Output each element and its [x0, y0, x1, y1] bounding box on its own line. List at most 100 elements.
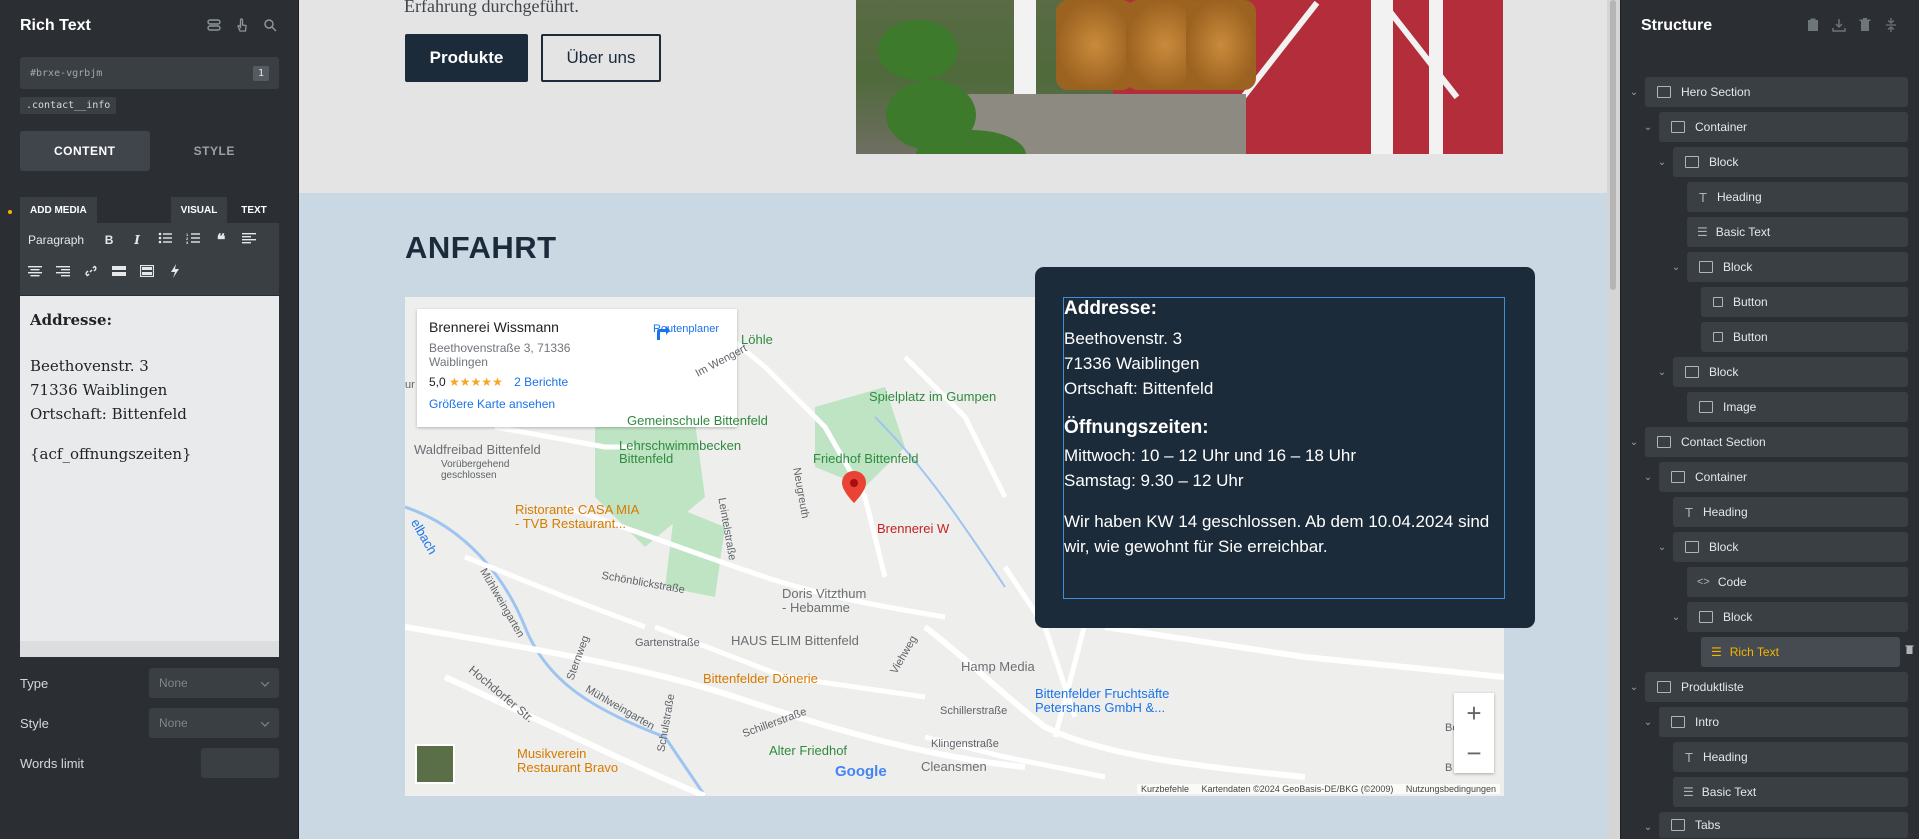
chevron-down-icon[interactable]: ⌄ [1657, 542, 1667, 553]
location-pin-icon[interactable] [842, 471, 866, 503]
tree-item-label: Block [1723, 260, 1753, 274]
tab-content[interactable]: CONTENT [20, 131, 150, 171]
hand-pointer-icon[interactable] [234, 17, 250, 33]
numbered-list-icon[interactable]: 123 [186, 232, 201, 247]
tree-item-intro[interactable]: Intro [1659, 707, 1908, 737]
chevron-down-icon[interactable]: ⌄ [1643, 122, 1653, 133]
info-line: Beethovenstr. 3 [1064, 329, 1183, 348]
tree-item-contact-section[interactable]: Contact Section [1645, 427, 1908, 457]
map-label: Waldfreibad Bittenfeld [414, 442, 541, 457]
tree-item-heading[interactable]: T Heading [1673, 497, 1908, 527]
tree-item-rich-text[interactable]: ☰ Rich Text [1701, 637, 1900, 667]
tab-visual[interactable]: VISUAL [171, 197, 227, 223]
tree-item-hero-section[interactable]: Hero Section [1645, 77, 1908, 107]
reviews-link[interactable]: 2 Berichte [514, 375, 568, 389]
container-icon [1671, 121, 1685, 133]
chevron-down-icon[interactable]: ⌄ [1629, 437, 1639, 448]
chevron-down-icon[interactable]: ⌄ [1657, 367, 1667, 378]
element-id-field[interactable]: #brxe-vgrbjm 1 [20, 57, 279, 89]
tree-item-heading[interactable]: T Heading [1673, 742, 1908, 772]
chevron-down-icon[interactable]: ⌄ [1629, 87, 1639, 98]
toolbar-toggle-icon[interactable] [139, 264, 155, 280]
tree-item-code[interactable]: <> Code [1687, 567, 1908, 597]
route-planner-button[interactable]: Routenplaner [653, 323, 719, 340]
tree-item-button[interactable]: Button [1701, 322, 1908, 352]
toggle-icon[interactable] [206, 17, 222, 33]
tree-item-produktliste[interactable]: Produktliste [1645, 672, 1908, 702]
chevron-down-icon[interactable]: ⌄ [1629, 682, 1639, 693]
collapse-icon[interactable] [1883, 17, 1899, 33]
map-label: Ristorante CASA MIA - TVB Restaurant... [515, 503, 639, 531]
search-icon[interactable] [262, 17, 278, 33]
tree-item-block[interactable]: Block [1673, 532, 1908, 562]
contact-section: ANFAHRT Brennerei Wissmann Beethovenstra… [299, 193, 1620, 839]
link-icon[interactable] [84, 264, 98, 281]
tree-item-block[interactable]: Block [1673, 147, 1908, 177]
style-select[interactable]: None [149, 708, 279, 738]
map-label: Bittenfelder Dönerie [703, 671, 818, 686]
format-select[interactable]: Paragraph [28, 233, 84, 247]
add-media-button[interactable]: ADD MEDIA [20, 197, 97, 223]
editor-dynamic-tag: {acf_offnungszeiten} [30, 445, 192, 463]
container-icon [1671, 716, 1685, 728]
tree-item-image[interactable]: Image [1687, 392, 1908, 422]
chevron-down-icon[interactable]: ⌄ [1643, 472, 1653, 483]
map-label: Friedhof Bittenfeld [813, 451, 919, 466]
blockquote-icon[interactable]: ❝ [214, 230, 228, 250]
tree-item-label: Code [1717, 575, 1747, 589]
clipboard-icon[interactable] [1805, 17, 1821, 33]
zoom-in-button[interactable]: + [1454, 693, 1494, 733]
uber-uns-button[interactable]: Über uns [541, 34, 661, 82]
terms-link[interactable]: Nutzungsbedingungen [1406, 784, 1496, 794]
element-id: #brxe-vgrbjm [30, 67, 103, 79]
heading-icon: T [1685, 504, 1693, 520]
larger-map-link[interactable]: Größere Karte ansehen [429, 397, 725, 411]
italic-icon[interactable]: I [130, 233, 144, 247]
download-icon[interactable] [1831, 17, 1847, 33]
tab-text[interactable]: TEXT [229, 197, 279, 223]
info-line: Mittwoch: 10 – 12 Uhr und 16 – 18 Uhr [1064, 446, 1356, 465]
type-select[interactable]: None [149, 668, 279, 698]
tree-item-block[interactable]: Block [1687, 602, 1908, 632]
chevron-down-icon[interactable]: ⌄ [1671, 612, 1681, 623]
tree-item-heading[interactable]: T Heading [1687, 182, 1908, 212]
satellite-toggle[interactable] [415, 744, 455, 784]
style-select-value: None [159, 716, 188, 730]
zoom-out-button[interactable]: − [1454, 733, 1494, 773]
read-more-icon[interactable] [112, 265, 126, 280]
chevron-down-icon[interactable]: ⌄ [1657, 157, 1667, 168]
tab-style[interactable]: STYLE [150, 131, 280, 171]
chevron-down-icon[interactable]: ⌄ [1671, 262, 1681, 273]
shortcuts-link[interactable]: Kurzbefehle [1141, 784, 1189, 794]
words-limit-input[interactable] [201, 748, 279, 778]
tree-item-container[interactable]: Container [1659, 462, 1908, 492]
tree-item-block[interactable]: Block [1673, 357, 1908, 387]
dynamic-data-icon[interactable] [168, 264, 182, 281]
chevron-down-icon[interactable]: ⌄ [1643, 822, 1653, 833]
produkte-button[interactable]: Produkte [405, 34, 528, 82]
css-class-chip[interactable]: .contact__info [20, 97, 117, 114]
tree-item-tabs[interactable]: Tabs [1659, 812, 1908, 838]
tree-item-button[interactable]: Button [1701, 287, 1908, 317]
trash-icon[interactable] [1905, 644, 1914, 658]
align-left-icon[interactable] [242, 232, 257, 247]
align-right-icon[interactable] [56, 265, 70, 280]
tree-item-block[interactable]: Block [1687, 252, 1908, 282]
rich-text-selected[interactable]: Addresse: Beethovenstr. 3 71336 Waibling… [1063, 297, 1505, 599]
align-center-icon[interactable] [28, 265, 42, 280]
trash-icon[interactable] [1857, 17, 1873, 33]
chevron-down-icon[interactable]: ⌄ [1643, 717, 1653, 728]
bullet-list-icon[interactable] [158, 232, 173, 247]
block-icon [1685, 156, 1699, 168]
bold-icon[interactable]: B [102, 233, 116, 247]
editor-resize-bar[interactable] [20, 641, 279, 657]
map-label: Doris Vitzthum - Hebamme [782, 587, 866, 615]
tree-item-label: Intro [1695, 715, 1720, 729]
tree-item-basic-text[interactable]: ☰ Basic Text [1687, 217, 1908, 247]
rich-text-editor[interactable]: Addresse: Beethovenstr. 3 71336 Waibling… [20, 296, 279, 641]
tree-item-basic-text[interactable]: ☰ Basic Text [1673, 777, 1908, 807]
tree-item-container[interactable]: Container [1659, 112, 1908, 142]
canvas-scrollbar-thumb[interactable] [1610, 0, 1616, 290]
